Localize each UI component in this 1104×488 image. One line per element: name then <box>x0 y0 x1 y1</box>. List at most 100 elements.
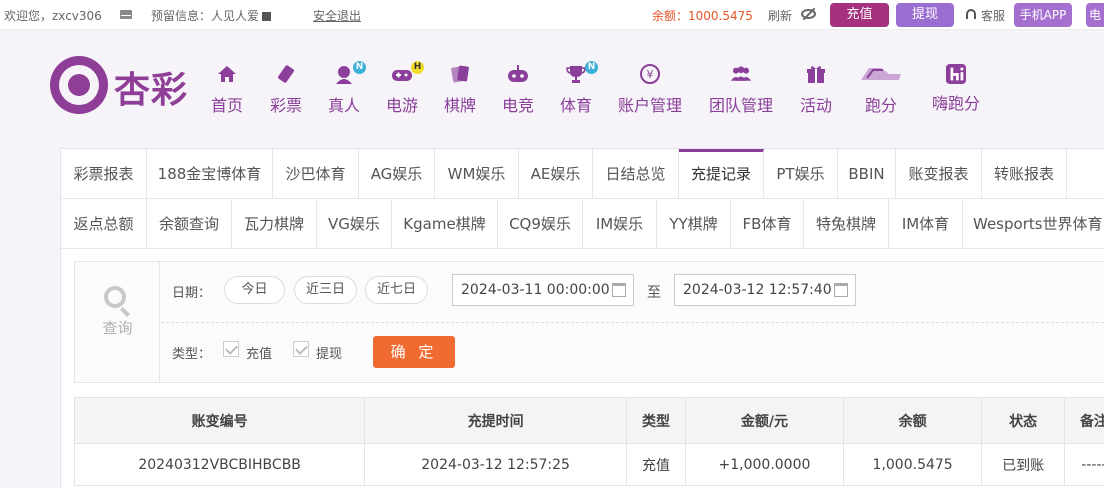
calendar-icon[interactable] <box>834 283 848 297</box>
nav-run-score[interactable]: 跑分 <box>856 64 906 116</box>
tab-kgame-cards[interactable]: Kgame棋牌 <box>392 199 498 249</box>
cell-status: 已到账 <box>981 443 1065 486</box>
gift-icon <box>807 66 825 83</box>
tab-wali-cards[interactable]: 瓦力棋牌 <box>232 199 317 249</box>
type-recharge-checkbox[interactable] <box>223 341 239 357</box>
brand-logo-icon[interactable] <box>50 56 108 114</box>
nav-hi-run-score[interactable]: 嗨跑分 <box>928 64 984 114</box>
hide-balance-icon[interactable] <box>801 9 816 19</box>
end-date-input[interactable]: 2024-03-12 12:57:40 <box>674 274 856 306</box>
table-header-row: 账变编号 充提时间 类型 金额/元 余额 状态 备注 <box>73 397 1104 444</box>
tab-yy-cards[interactable]: YY棋牌 <box>657 199 731 249</box>
nav-label: 彩票 <box>269 96 302 115</box>
withdraw-button[interactable]: 提现 <box>896 3 954 27</box>
nav-lottery[interactable]: 彩票 <box>264 64 308 116</box>
tab-transfer-report[interactable]: 转账报表 <box>982 149 1067 199</box>
nav-esports[interactable]: 电竞 <box>496 64 540 116</box>
type-withdraw-label[interactable]: 提现 <box>316 343 342 362</box>
tab-cq9[interactable]: CQ9娱乐 <box>498 199 583 249</box>
tab-im-sports[interactable]: IM体育 <box>889 199 963 249</box>
mail-icon[interactable] <box>120 10 132 19</box>
date-label: 日期： <box>172 286 212 301</box>
tab-rebate-total[interactable]: 返点总额 <box>61 199 147 249</box>
type-recharge-label[interactable]: 充值 <box>246 343 272 362</box>
tab-ae[interactable]: AE娱乐 <box>519 149 593 199</box>
tab-ag[interactable]: AG娱乐 <box>359 149 435 199</box>
nav-label: 电游 <box>385 96 418 115</box>
tab-deposit-withdraw-records[interactable]: 充提记录 <box>679 149 764 199</box>
nav-label: 活动 <box>799 96 832 115</box>
cell-balance: 1,000.5475 <box>842 443 983 486</box>
tab-vg[interactable]: VG娱乐 <box>317 199 392 249</box>
tab-lottery-report[interactable]: 彩票报表 <box>61 149 147 199</box>
nav-label: 团队管理 <box>708 96 773 115</box>
tab-tetu-cards[interactable]: 特兔棋牌 <box>804 199 889 249</box>
nav-live[interactable]: N 真人 <box>322 61 366 116</box>
edit-icon[interactable] <box>262 12 272 21</box>
nav-label: 棋牌 <box>443 96 476 115</box>
tab-fb-sports[interactable]: FB体育 <box>731 199 804 249</box>
controller-icon <box>508 65 528 82</box>
tab-bbin[interactable]: BBIN <box>838 149 896 199</box>
welcome-text: 欢迎您，zxcv306 <box>4 9 102 23</box>
report-tabs-row-1: 彩票报表 188金宝博体育 沙巴体育 AG娱乐 WM娱乐 AE娱乐 日结总览 充… <box>61 149 1104 199</box>
col-balance: 余额 <box>842 397 983 444</box>
start-date-input[interactable]: 2024-03-11 00:00:00 <box>452 274 634 306</box>
mobile-app-button[interactable]: 手机APP <box>1014 3 1072 27</box>
content-panel: 彩票报表 188金宝博体育 沙巴体育 AG娱乐 WM娱乐 AE娱乐 日结总览 充… <box>60 148 1104 488</box>
range-3days-button[interactable]: 近三日 <box>294 276 357 304</box>
query-label: 查询 <box>102 319 133 337</box>
nav-activity[interactable]: 活动 <box>797 64 835 116</box>
tab-188bet-sports[interactable]: 188金宝博体育 <box>147 149 273 199</box>
range-7days-button[interactable]: 近七日 <box>365 276 428 304</box>
tab-im[interactable]: IM娱乐 <box>583 199 657 249</box>
hi-icon <box>946 64 966 84</box>
cell-time: 2024-03-12 12:57:25 <box>364 443 627 486</box>
type-withdraw-checkbox[interactable] <box>293 341 309 357</box>
nav-slots[interactable]: H 电游 <box>380 61 424 116</box>
nav-label: 跑分 <box>864 96 897 115</box>
nav-label: 体育 <box>559 96 592 115</box>
nav-label: 嗨跑分 <box>931 94 980 113</box>
col-amount: 金额/元 <box>685 397 844 444</box>
cell-amount: +1,000.0000 <box>685 443 844 486</box>
nav-label: 首页 <box>210 96 243 115</box>
reserve-info: 预留信息：人见人爱 <box>151 7 272 24</box>
nav-label: 电竞 <box>501 96 534 115</box>
report-tabs-row-2: 返点总额 余额查询 瓦力棋牌 VG娱乐 Kgame棋牌 CQ9娱乐 IM娱乐 Y… <box>61 199 1104 249</box>
nav-account[interactable]: ¥ 账户管理 <box>615 64 685 116</box>
confirm-button[interactable]: 确 定 <box>373 336 455 368</box>
tab-saba-sports[interactable]: 沙巴体育 <box>273 149 359 199</box>
col-status: 状态 <box>981 397 1065 444</box>
nav-cards[interactable]: 棋牌 <box>438 64 482 116</box>
logout-link[interactable]: 安全退出 <box>313 7 361 24</box>
col-time: 充提时间 <box>364 397 627 444</box>
recharge-button[interactable]: 充值 <box>830 3 889 27</box>
extra-button[interactable]: 电 <box>1086 3 1104 27</box>
col-type: 类型 <box>625 397 687 444</box>
tab-wm[interactable]: WM娱乐 <box>435 149 519 199</box>
nav-label: 账户管理 <box>617 96 682 115</box>
query-button[interactable]: 查询 <box>75 262 160 382</box>
nav-team[interactable]: 团队管理 <box>706 64 776 116</box>
tab-daily-overview[interactable]: 日结总览 <box>593 149 679 199</box>
main-header: 杏彩 首页 彩票 N 真人 H 电游 棋牌 电竞 N 体育 ¥ 账户管理 团队管… <box>0 30 1104 140</box>
service-link[interactable]: 客服 <box>981 7 1005 24</box>
top-bar: 欢迎您，zxcv306 预留信息：人见人爱 安全退出 余额：1000.5475 … <box>0 0 1104 30</box>
calendar-icon[interactable] <box>612 283 626 297</box>
team-icon <box>730 66 752 81</box>
brand-name[interactable]: 杏彩 <box>114 61 188 113</box>
tab-balance-query[interactable]: 余额查询 <box>147 199 232 249</box>
nav-home[interactable]: 首页 <box>205 64 249 116</box>
tab-pt[interactable]: PT娱乐 <box>764 149 838 199</box>
cards-icon <box>451 65 469 83</box>
range-today-button[interactable]: 今日 <box>224 276 285 304</box>
balance-text: 余额：1000.5475 <box>652 9 753 23</box>
tab-wesports[interactable]: Wesports世界体育 <box>963 199 1104 249</box>
hot-badge: H <box>411 61 424 74</box>
refresh-link[interactable]: 刷新 <box>768 7 792 24</box>
nav-sports[interactable]: N 体育 <box>554 61 598 116</box>
tab-account-change-report[interactable]: 账变报表 <box>896 149 982 199</box>
records-table: 账变编号 充提时间 类型 金额/元 余额 状态 备注 20240312VBCBI… <box>73 397 1104 486</box>
headset-icon <box>966 9 976 19</box>
